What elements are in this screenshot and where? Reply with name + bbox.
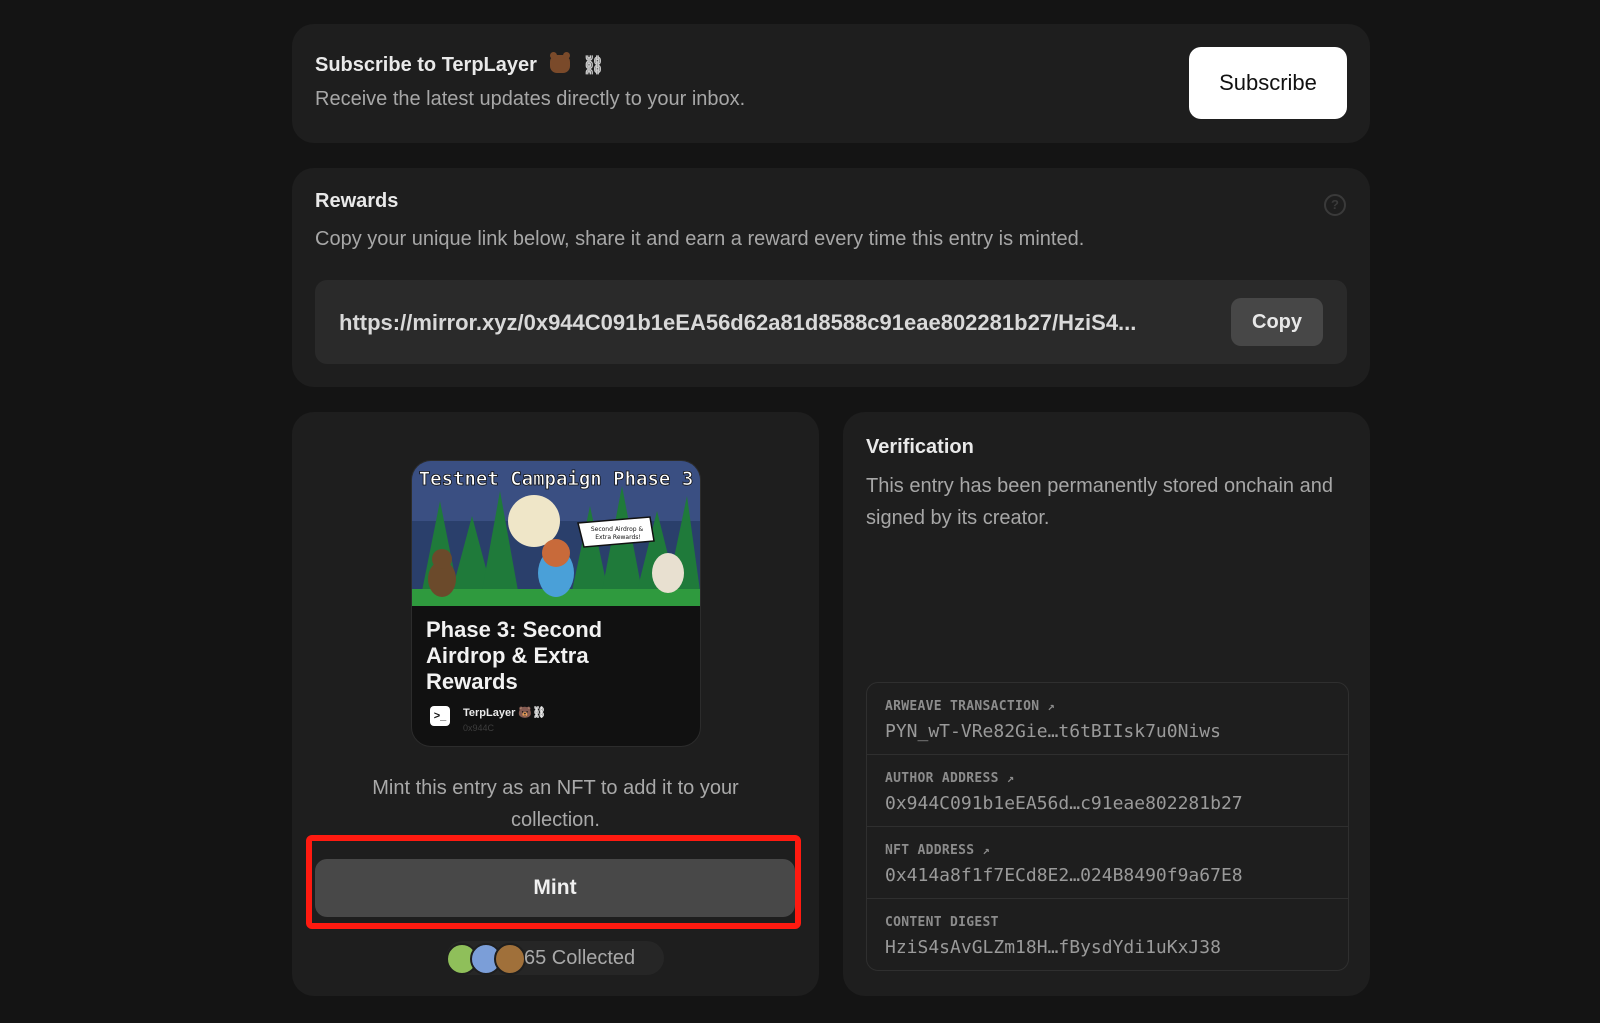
subscribe-description: Receive the latest updates directly to y… bbox=[315, 88, 746, 110]
nft-artwork: Second Airdrop & Extra Rewards! Testnet … bbox=[412, 461, 700, 606]
nft-banner-text: Testnet Campaign Phase 3 bbox=[419, 468, 694, 490]
verification-label: NFT ADDRESS bbox=[885, 843, 975, 858]
bear-icon bbox=[550, 52, 571, 73]
verification-description: This entry has been permanently stored o… bbox=[866, 475, 1333, 529]
collected-count: 65 Collected bbox=[524, 947, 636, 969]
subscribe-button[interactable]: Subscribe bbox=[1189, 47, 1347, 119]
verification-label: ARWEAVE TRANSACTION bbox=[885, 699, 1040, 714]
external-link-icon[interactable]: ↗ bbox=[1047, 699, 1055, 713]
mint-button[interactable]: Mint bbox=[315, 859, 795, 917]
collected-badge[interactable]: 65 Collected bbox=[446, 941, 664, 975]
verification-value: PYN_wT-VRe82Gie…t6tBIIsk7u0Niws bbox=[885, 721, 1221, 742]
rewards-description: Copy your unique link below, share it an… bbox=[315, 228, 1085, 250]
verification-card: Verification This entry has been permane… bbox=[843, 412, 1370, 996]
nft-bubble-line1: Second Airdrop & bbox=[591, 526, 644, 533]
verification-value: HziS4sAvGLZm18H…fBysdYdi1uKxJ38 bbox=[885, 937, 1221, 958]
rewards-title: Rewards bbox=[315, 190, 399, 212]
nft-title: Phase 3: Second Airdrop & Extra Rewards bbox=[426, 617, 603, 694]
verification-label: AUTHOR ADDRESS bbox=[885, 771, 999, 786]
subscribe-title: Subscribe to TerpLayer ⛓ bbox=[315, 52, 605, 76]
verification-value: 0x944C091b1eEA56d…c91eae802281b27 bbox=[885, 793, 1243, 814]
referral-link: https://mirror.xyz/0x944C091b1eEA56d62a8… bbox=[339, 310, 1137, 335]
external-link-icon[interactable]: ↗ bbox=[982, 843, 990, 857]
verification-table: ARWEAVE TRANSACTION ↗ PYN_wT-VRe82Gie…t6t… bbox=[866, 682, 1349, 971]
nft-bubble-line2: Extra Rewards! bbox=[595, 534, 641, 541]
chain-icon: ⛓ bbox=[582, 55, 605, 75]
rewards-card: Rewards ? Copy your unique link below, s… bbox=[292, 168, 1370, 387]
verification-row-nft[interactable]: NFT ADDRESS ↗ 0x414a8f1f7ECd8E2…024B8490f… bbox=[867, 827, 1348, 899]
referral-link-box: https://mirror.xyz/0x944C091b1eEA56d62a8… bbox=[315, 280, 1347, 364]
nft-author-name: TerpLayer 🐻⛓ bbox=[463, 707, 547, 719]
verification-value: 0x414a8f1f7ECd8E2…024B8490f9a67E8 bbox=[885, 865, 1243, 886]
nft-preview-card[interactable]: Second Airdrop & Extra Rewards! Testnet … bbox=[411, 460, 701, 747]
help-icon[interactable]: ? bbox=[1324, 194, 1346, 216]
verification-row-digest: CONTENT DIGEST HziS4sAvGLZm18H…fBysdYdi1… bbox=[867, 899, 1348, 970]
verification-title: Verification bbox=[866, 436, 974, 458]
mint-description: Mint this entry as an NFT to add it to y… bbox=[372, 777, 739, 831]
collector-avatar bbox=[494, 943, 526, 975]
author-avatar: >_ bbox=[430, 706, 450, 726]
verification-row-arweave[interactable]: ARWEAVE TRANSACTION ↗ PYN_wT-VRe82Gie…t6t… bbox=[867, 683, 1348, 755]
verification-label: CONTENT DIGEST bbox=[885, 915, 999, 930]
verification-row-author[interactable]: AUTHOR ADDRESS ↗ 0x944C091b1eEA56d…c91eae… bbox=[867, 755, 1348, 827]
copy-button[interactable]: Copy bbox=[1231, 298, 1323, 346]
subscribe-card: Subscribe to TerpLayer ⛓ Receive the lat… bbox=[292, 24, 1370, 143]
external-link-icon[interactable]: ↗ bbox=[1007, 771, 1015, 785]
nft-author-address: 0x944C bbox=[463, 723, 495, 733]
mint-card: Second Airdrop & Extra Rewards! Testnet … bbox=[292, 412, 819, 996]
